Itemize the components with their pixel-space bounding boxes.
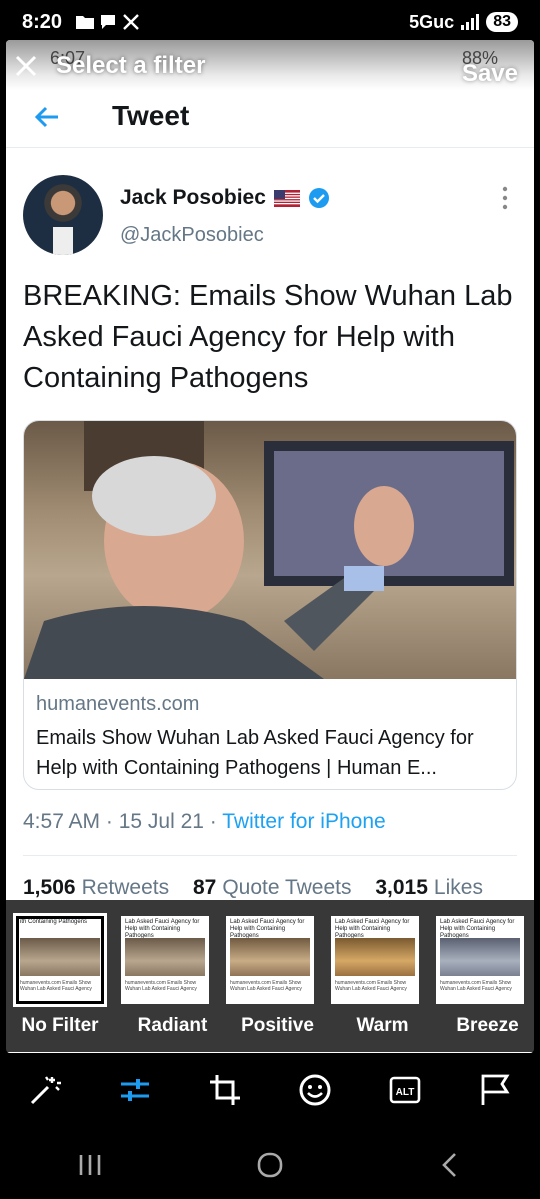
quote-label: Quote Tweets	[222, 876, 352, 899]
overlay-title: Select a filter	[56, 52, 206, 79]
alt-label: ALT	[396, 1087, 415, 1098]
filter-label-radiant[interactable]: Radiant	[120, 1015, 225, 1037]
divider	[23, 855, 517, 856]
avatar	[23, 175, 103, 255]
alt-text-icon: ALT	[389, 1076, 421, 1104]
verified-badge-icon	[308, 188, 329, 208]
card-title: Emails Show Wuhan Lab Asked Fauci Agency…	[36, 727, 474, 779]
filter-label-no-filter[interactable]: No Filter	[0, 1015, 120, 1037]
filter-thumb-positive[interactable]: Lab Asked Fauci Agency for Help with Con…	[226, 916, 314, 1004]
tweet-text: BREAKING: Emails Show Wuhan Lab Asked Fa…	[23, 280, 513, 394]
card-photo	[24, 421, 514, 679]
quote-count: 87	[192, 876, 217, 899]
filter-label-positive[interactable]: Positive	[225, 1015, 330, 1037]
retweet-count: 1,506	[23, 876, 76, 899]
filter-strip: ith Containing Pathogens humanevents.com …	[0, 900, 540, 1052]
more-options-icon	[502, 186, 508, 210]
author-name-row: Jack Posobiec	[120, 186, 330, 210]
status-time: 8:20	[22, 10, 63, 33]
home-button[interactable]	[240, 1135, 300, 1195]
tweet-source: Twitter for iPhone	[222, 810, 386, 833]
us-flag-icon	[273, 189, 300, 207]
crop-icon	[210, 1075, 240, 1105]
recent-apps-button[interactable]	[60, 1135, 120, 1195]
network-type: 5Guc	[409, 11, 455, 32]
tweet-meta: 4:57 AM · 15 Jul 21 · Twitter for iPhone	[23, 810, 386, 833]
card-domain: humanevents.com	[36, 693, 200, 715]
save-button[interactable]: Save	[462, 60, 518, 88]
filter-thumb-breeze[interactable]: Lab Asked Fauci Agency for Help with Con…	[436, 916, 524, 1004]
filter-thumb-no-filter[interactable]: ith Containing Pathogens humanevents.com …	[13, 913, 107, 1007]
author-handle: @JackPosobiec	[120, 224, 264, 246]
magic-wand-icon	[30, 1076, 61, 1105]
back-arrow-icon	[34, 106, 58, 128]
tweet-date: 15 Jul 21	[118, 810, 204, 833]
chat-icon	[101, 15, 116, 29]
screen: 8:20 5Guc 83 6:07 88% Tweet Jack Posobie…	[0, 0, 540, 1199]
crop-button[interactable]	[180, 1060, 270, 1120]
like-count: 3,015	[375, 876, 428, 899]
filter-overlay-header: Select a filter Save	[0, 40, 540, 100]
tweet-time: 4:57 AM	[23, 810, 101, 833]
magic-wand-button[interactable]	[0, 1060, 90, 1120]
filter-thumb-radiant[interactable]: Lab Asked Fauci Agency for Help with Con…	[121, 916, 209, 1004]
card-image	[24, 421, 516, 679]
home-icon	[257, 1152, 283, 1177]
edit-toolbar: ALT	[0, 1058, 540, 1122]
like-label: Likes	[433, 876, 483, 899]
back-button[interactable]	[420, 1135, 480, 1195]
author-name: Jack Posobiec	[120, 186, 266, 209]
status-bar: 8:20 5Guc 83	[0, 0, 540, 44]
signal-icon	[461, 14, 480, 30]
flag-button[interactable]	[450, 1060, 540, 1120]
system-nav-bar	[0, 1130, 540, 1199]
sticker-smiley-icon	[299, 1074, 331, 1106]
back-icon	[442, 1152, 456, 1177]
link-card: humanevents.com Emails Show Wuhan Lab As…	[23, 420, 517, 790]
filter-label-breeze[interactable]: Breeze	[435, 1015, 540, 1037]
adjust-sliders-icon	[121, 1079, 149, 1101]
battery-level: 83	[486, 12, 518, 32]
close-icon[interactable]	[14, 54, 38, 78]
adjust-button[interactable]	[90, 1060, 180, 1120]
retweet-label: Retweets	[81, 876, 170, 899]
filter-thumb-warm[interactable]: Lab Asked Fauci Agency for Help with Con…	[331, 916, 419, 1004]
sticker-button[interactable]	[270, 1060, 360, 1120]
page-title: Tweet	[112, 100, 190, 131]
flag-icon	[481, 1074, 510, 1105]
recent-apps-icon	[79, 1154, 101, 1175]
tweet-stats: 1,506 Retweets 87 Quote Tweets 3,015 Likes	[23, 876, 483, 900]
alt-text-button[interactable]: ALT	[360, 1060, 450, 1120]
filter-label-warm[interactable]: Warm	[330, 1015, 435, 1037]
folder-icon	[76, 16, 95, 29]
x-app-icon	[123, 14, 139, 30]
